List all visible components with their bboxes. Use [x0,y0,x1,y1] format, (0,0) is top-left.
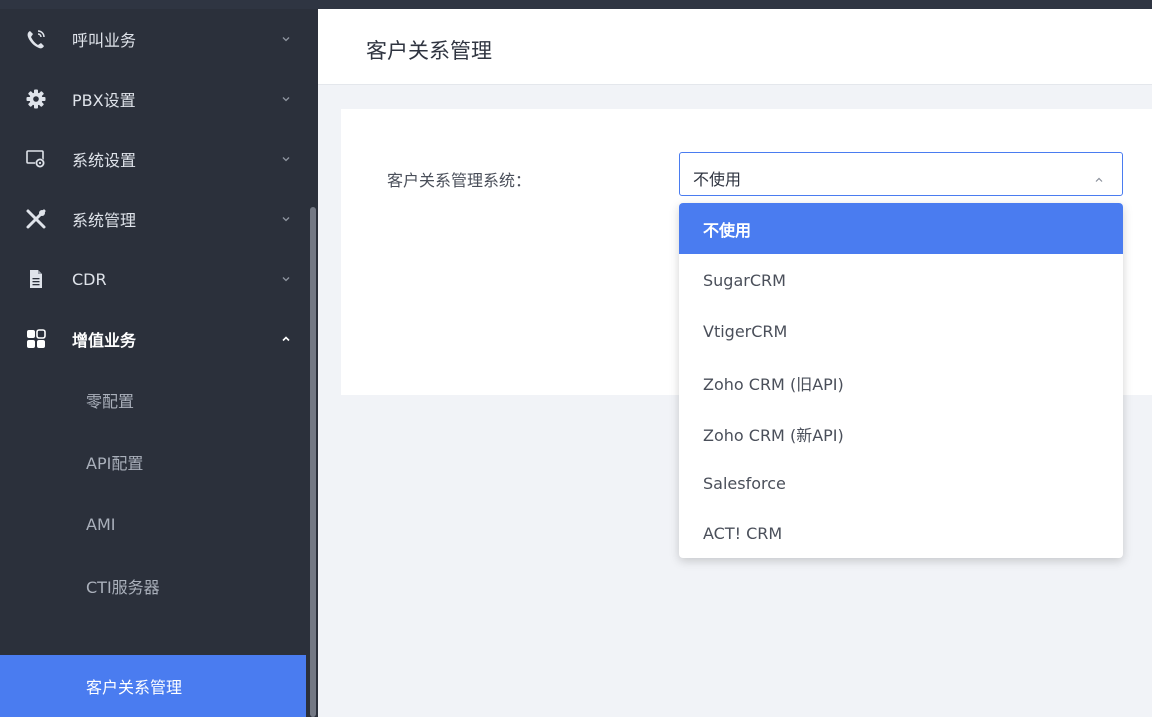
sidebar-subitem-label: API配置 [86,454,144,473]
sidebar-item-cdr[interactable]: CDR [0,249,306,309]
gear-icon [25,88,47,110]
tools-icon [25,208,47,230]
sidebar-subitem-ami[interactable]: AMI [0,493,306,555]
sidebar-subitem-crm[interactable]: 客户关系管理 [0,655,306,717]
page-header: 客户关系管理 [318,9,1152,85]
sidebar-item-label: 呼叫业务 [72,31,137,50]
chevron-down-icon [280,213,292,225]
sidebar-subitem-cti-server[interactable]: CTI服务器 [0,555,306,617]
sidebar-item-system-settings[interactable]: 系统设置 [0,129,306,189]
crm-option[interactable]: Zoho CRM (旧API) [679,357,1123,408]
chevron-down-icon [280,33,292,45]
sidebar-subitem-label: 零配置 [86,392,135,411]
crm-option[interactable]: Salesforce [679,458,1123,509]
sidebar-item-label: 系统管理 [72,211,137,230]
phone-icon [25,28,47,50]
sidebar-item-label: PBX设置 [72,91,136,110]
sidebar-subitem-api-config[interactable]: API配置 [0,431,306,493]
sidebar-item-label: 增值业务 [72,331,137,350]
top-bar [0,0,1152,9]
chevron-up-icon [280,333,292,345]
sidebar-item-label: 系统设置 [72,151,137,170]
sidebar-item-system-management[interactable]: 系统管理 [0,189,306,249]
crm-option[interactable]: ACT! CRM [679,508,1123,558]
chevron-down-icon [280,93,292,105]
sidebar-subitem-label: CTI服务器 [86,578,160,597]
page-title: 客户关系管理 [366,39,492,63]
sidebar-subitem-label: 客户关系管理 [86,678,183,697]
sidebar-item-value-added-services[interactable]: 增值业务 [0,309,306,369]
system-settings-icon [25,148,47,170]
crm-system-select[interactable]: 不使用 [679,152,1123,196]
sidebar-item-pbx-settings[interactable]: PBX设置 [0,69,306,129]
crm-option[interactable]: SugarCRM [679,255,1123,306]
apps-icon [25,328,47,350]
sidebar-scrollbar-thumb[interactable] [310,207,316,717]
document-icon [25,268,47,290]
crm-system-select-value: 不使用 [693,170,742,189]
sidebar-item-label: CDR [72,269,107,289]
sidebar-item-call-service[interactable]: 呼叫业务 [0,9,306,69]
chevron-down-icon [280,273,292,285]
crm-system-label: 客户关系管理系统： [387,171,532,190]
chevron-up-icon [1094,170,1104,182]
crm-system-dropdown: 不使用 SugarCRM VtigerCRM Zoho CRM (旧API) Z… [679,203,1123,558]
crm-option[interactable]: VtigerCRM [679,306,1123,357]
crm-option[interactable]: Zoho CRM (新API) [679,408,1123,459]
sidebar-subitem-label: AMI [86,514,116,534]
sidebar-subitem-zero-config[interactable]: 零配置 [0,369,306,431]
chevron-down-icon [280,153,292,165]
sidebar: 呼叫业务 PBX设置 系统设置 系统管理 CDR 增值业务 零配置 API配置 … [0,9,318,717]
crm-option[interactable]: 不使用 [679,203,1123,254]
